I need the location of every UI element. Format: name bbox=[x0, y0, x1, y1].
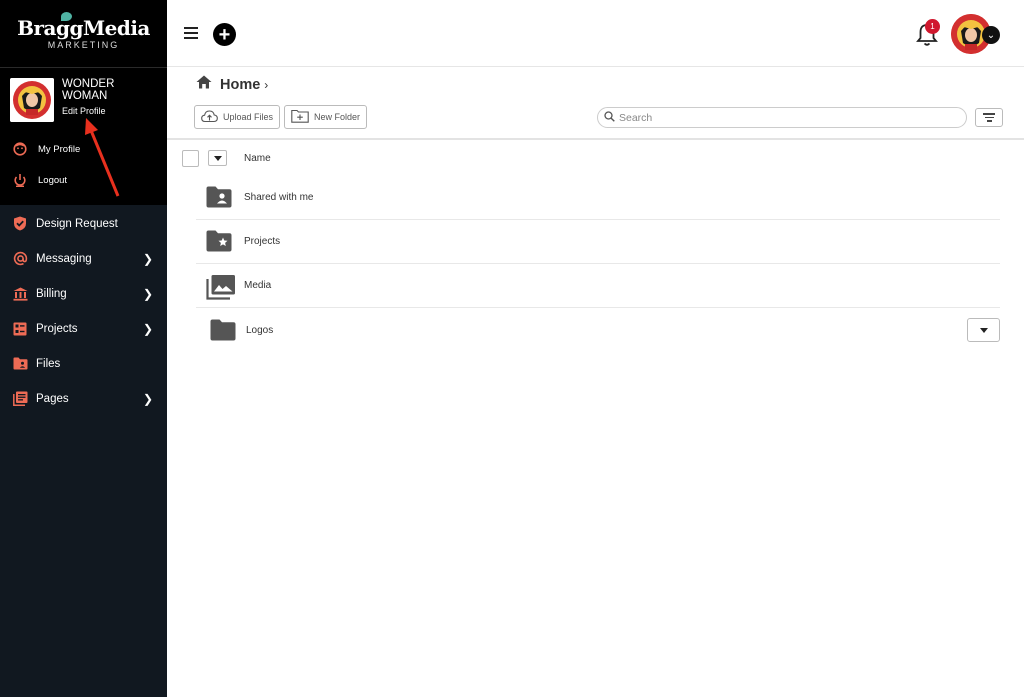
shield-check-icon bbox=[12, 216, 28, 232]
divider bbox=[167, 138, 1024, 140]
chevron-right-icon: ❯ bbox=[142, 322, 153, 336]
new-folder-button[interactable]: New Folder bbox=[284, 105, 368, 129]
sidebar-item-projects[interactable]: Projects ❯ bbox=[0, 311, 167, 346]
at-icon bbox=[12, 251, 28, 267]
sidebar-item-files[interactable]: Files bbox=[0, 346, 167, 381]
sidebar-nav: Design Request Messaging ❯ Billing ❯ Pro… bbox=[0, 206, 167, 416]
name-column-header[interactable]: Name bbox=[244, 153, 271, 164]
starred-folder-icon bbox=[206, 230, 234, 254]
folder-icon bbox=[210, 319, 238, 343]
list-header: Name bbox=[182, 148, 271, 168]
breadcrumb: Home › bbox=[196, 75, 268, 94]
avatar[interactable] bbox=[10, 78, 54, 122]
file-name: Shared with me bbox=[244, 192, 314, 203]
brand-name: BraggMedia bbox=[17, 16, 150, 40]
notification-badge: 1 bbox=[925, 19, 940, 34]
file-name: Projects bbox=[244, 236, 281, 247]
logout-label: Logout bbox=[38, 174, 68, 186]
chevron-right-icon: ❯ bbox=[142, 392, 153, 406]
sidebar-item-design-request[interactable]: Design Request bbox=[0, 206, 167, 241]
sidebar-item-billing[interactable]: Billing ❯ bbox=[0, 276, 167, 311]
chevron-right-icon: › bbox=[264, 77, 269, 92]
page-title[interactable]: Home bbox=[220, 77, 260, 93]
brand-subtitle: MARKETING bbox=[47, 40, 120, 50]
select-all-checkbox[interactable] bbox=[182, 149, 199, 167]
sidebar-item-label: Design Request bbox=[36, 217, 118, 230]
file-name: Media bbox=[244, 280, 272, 291]
new-folder-label: New Folder bbox=[314, 112, 361, 122]
hamburger-menu-icon[interactable] bbox=[184, 27, 198, 39]
profile-menu: My Profile Logout bbox=[0, 133, 167, 205]
sidebar-item-label: Messaging bbox=[36, 252, 92, 265]
bulk-actions-dropdown[interactable] bbox=[208, 150, 227, 166]
my-profile-link[interactable]: My Profile bbox=[12, 141, 80, 157]
profile-card: WONDER WOMAN bbox=[0, 67, 167, 133]
shared-folder-icon bbox=[206, 186, 234, 210]
cloud-upload-icon bbox=[201, 109, 218, 125]
sidebar-item-pages[interactable]: Pages ❯ bbox=[0, 381, 167, 416]
upload-files-button[interactable]: Upload Files bbox=[194, 105, 281, 129]
sidebar-item-label: Billing bbox=[36, 287, 67, 300]
sidebar-item-messaging[interactable]: Messaging ❯ bbox=[0, 241, 167, 276]
sort-button[interactable] bbox=[975, 108, 1003, 127]
list-item[interactable]: Projects bbox=[196, 220, 1000, 264]
chevron-right-icon: ❯ bbox=[142, 252, 153, 266]
add-new-button[interactable]: + bbox=[213, 23, 236, 46]
project-icon bbox=[12, 321, 28, 337]
power-icon bbox=[12, 172, 28, 188]
file-name: Logos bbox=[246, 325, 274, 336]
media-library-icon bbox=[206, 274, 235, 300]
bank-icon bbox=[12, 286, 28, 302]
row-actions-dropdown[interactable] bbox=[967, 318, 1000, 342]
pages-icon bbox=[12, 391, 28, 407]
sidebar-item-label: Pages bbox=[36, 392, 69, 405]
brand-logo[interactable]: BraggMedia MARKETING bbox=[0, 0, 167, 67]
list-item[interactable]: Media bbox=[196, 264, 1000, 308]
search-box bbox=[597, 107, 967, 128]
chevron-down-icon[interactable]: ⌄ bbox=[982, 26, 1000, 44]
folder-plus-icon bbox=[291, 109, 309, 125]
chevron-right-icon: ❯ bbox=[142, 287, 153, 301]
topbar: + 1 ⌄ bbox=[167, 0, 1024, 67]
face-icon bbox=[12, 141, 28, 157]
my-profile-label: My Profile bbox=[38, 143, 81, 155]
sidebar-item-label: Projects bbox=[36, 322, 78, 335]
logout-link[interactable]: Logout bbox=[12, 172, 67, 188]
home-icon[interactable] bbox=[196, 75, 212, 94]
speech-bubble-icon bbox=[61, 12, 72, 21]
list-item[interactable]: Shared with me bbox=[196, 176, 1000, 220]
edit-profile-link[interactable]: Edit Profile bbox=[62, 106, 106, 116]
profile-name: WONDER WOMAN bbox=[62, 78, 115, 102]
sidebar: BraggMedia MARKETING WONDER WOMAN Edit P… bbox=[0, 0, 167, 697]
list-item[interactable]: Logos bbox=[196, 308, 1000, 353]
upload-files-label: Upload Files bbox=[223, 112, 274, 122]
sidebar-item-label: Files bbox=[36, 357, 61, 370]
search-icon bbox=[604, 109, 615, 127]
caret-down-icon bbox=[213, 155, 222, 161]
caret-down-icon bbox=[979, 327, 988, 333]
search-input[interactable] bbox=[619, 111, 939, 124]
folder-user-icon bbox=[12, 356, 28, 372]
